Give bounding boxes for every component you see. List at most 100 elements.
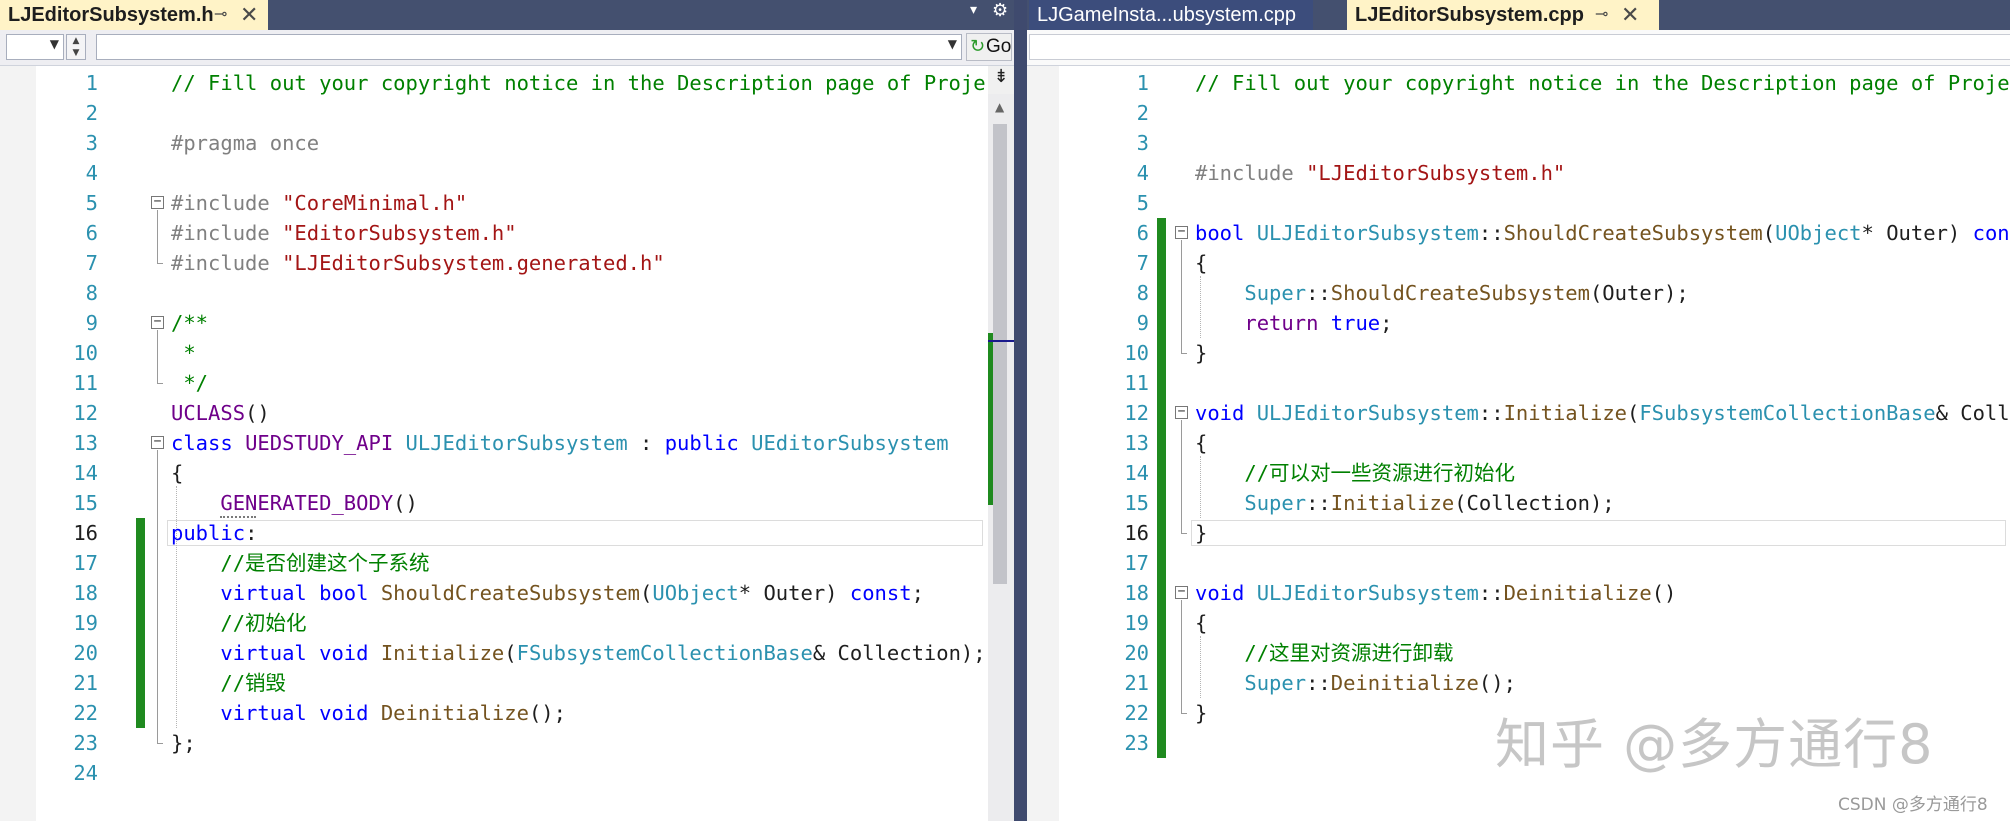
right-member-dropdown[interactable]: [1029, 34, 2010, 60]
code-line: *: [171, 338, 986, 368]
code-line: GENERATED_BODY(): [171, 488, 986, 518]
code-line: virtual bool ShouldCreateSubsystem(UObje…: [171, 578, 986, 608]
go-button[interactable]: ↻ Go: [966, 33, 1012, 61]
code-token: */: [171, 370, 209, 395]
code-token: void: [319, 640, 381, 665]
collapse-toggle-icon[interactable]: −: [1175, 225, 1188, 239]
error-squiggle: [220, 513, 256, 518]
code-token: (: [504, 640, 517, 665]
code-line: // Fill out your copyright notice in the…: [171, 68, 986, 98]
code-line: {: [171, 458, 986, 488]
tab-ljeditorsubsystem-h[interactable]: LJEditorSubsystem.h ⊸ ✕: [0, 0, 268, 30]
code-line: #include "LJEditorSubsystem.h": [1195, 158, 2010, 188]
code-token: "CoreMinimal.h": [282, 190, 468, 215]
collapse-toggle-icon[interactable]: −: [151, 195, 164, 209]
code-token: UCLASS: [171, 400, 246, 425]
line-number: 14: [1124, 460, 1149, 485]
code-line: bool ULJEditorSubsystem::ShouldCreateSub…: [1195, 218, 2010, 248]
code-line: {: [1195, 608, 2010, 638]
code-token: {: [1195, 430, 1208, 455]
line-number: 13: [73, 430, 98, 455]
chevron-down-icon: ▼: [49, 37, 59, 51]
code-line: {: [1195, 248, 2010, 278]
dropdown-arrow-icon[interactable]: ▾: [970, 2, 977, 18]
vertical-scrollbar[interactable]: ⇟ ▲: [988, 66, 1014, 821]
line-number: 14: [73, 460, 98, 485]
collapse-toggle-icon[interactable]: −: [1175, 585, 1188, 599]
outline-guide: [1181, 419, 1182, 533]
line-number: 24: [73, 760, 98, 785]
scroll-up-icon[interactable]: ▲: [995, 100, 1004, 114]
code-line: //可以对一些资源进行初始化: [1195, 458, 2010, 488]
code-line: {: [1195, 428, 2010, 458]
line-number: 8: [1136, 280, 1149, 305]
change-marker: [988, 333, 993, 505]
code-token: public: [171, 520, 246, 545]
member-dropdown[interactable]: ▼: [96, 34, 962, 60]
code-token: Super: [1244, 490, 1307, 515]
gear-icon[interactable]: ⚙: [992, 0, 1008, 21]
line-number: 17: [1124, 550, 1149, 575]
code-token: //销毁: [220, 670, 287, 695]
line-number: 4: [1136, 160, 1149, 185]
code-token: * Outer): [1861, 220, 1973, 245]
code-token: & Colle: [1935, 400, 2010, 425]
line-number: 13: [1124, 430, 1149, 455]
code-line: void ULJEditorSubsystem::Deinitialize(): [1195, 578, 2010, 608]
outline-guide: [157, 209, 158, 263]
code-token: ::: [1306, 280, 1331, 305]
code-token: Initialize: [1503, 400, 1627, 425]
code-token: FSubsystemCollectionBase: [516, 640, 813, 665]
code-token: "EditorSubsystem.h": [282, 220, 517, 245]
outline-guide-end: [1181, 712, 1187, 714]
line-number: 10: [1124, 340, 1149, 365]
collapse-toggle-icon[interactable]: −: [151, 435, 164, 449]
tab-ljgameinstance-subsystem-cpp[interactable]: LJGameInsta...ubsystem.cpp: [1029, 0, 1313, 30]
code-line: };: [171, 728, 986, 758]
pin-icon[interactable]: ⊸: [214, 0, 227, 30]
watermark-source: CSDN @多方通行8: [1838, 795, 1988, 815]
code-line: //这里对资源进行卸载: [1195, 638, 2010, 668]
code-token: "LJEditorSubsystem.h": [1306, 160, 1566, 185]
line-number: 7: [85, 250, 98, 275]
code-token: *: [171, 340, 196, 365]
close-icon[interactable]: ✕: [240, 0, 258, 30]
code-token: ;: [1380, 310, 1393, 335]
code-line: // Fill out your copyright notice in the…: [1195, 68, 2010, 98]
collapse-toggle-icon[interactable]: −: [1175, 405, 1188, 419]
code-token: #pragma once: [171, 130, 320, 155]
left-code-editor[interactable]: ⇟ ▲ − − − 1 // Fill out your copyright notic…: [0, 66, 1014, 821]
code-line: virtual void Initialize(FSubsystemCollec…: [171, 638, 986, 668]
line-number: 20: [1124, 640, 1149, 665]
code-token: (): [1651, 580, 1677, 605]
outline-guide-end: [157, 742, 163, 744]
code-line: void ULJEditorSubsystem::Initialize(FSub…: [1195, 398, 2010, 428]
line-number: 12: [1124, 400, 1149, 425]
pin-icon[interactable]: ⊸: [1595, 0, 1608, 30]
tab-ljeditorsubsystem-cpp[interactable]: LJEditorSubsystem.cpp ⊸ ✕: [1347, 0, 1659, 30]
line-number: 21: [73, 670, 98, 695]
code-line: }: [1195, 518, 2010, 548]
code-token: Initialize: [1330, 490, 1455, 515]
collapse-toggle-icon[interactable]: −: [151, 315, 164, 329]
code-token: #include: [171, 250, 283, 275]
code-token: UObject: [1775, 220, 1862, 245]
project-dropdown[interactable]: ▼: [6, 34, 64, 60]
line-number: 6: [1136, 220, 1149, 245]
caret-position-marker: [988, 340, 1014, 342]
code-line: class UEDSTUDY_API ULJEditorSubsystem : …: [171, 428, 986, 458]
go-arrow-icon: ↻: [970, 36, 986, 57]
code-line: Super::Initialize(Collection);: [1195, 488, 2010, 518]
split-handle-icon[interactable]: ⇟: [988, 66, 1014, 94]
scope-spinner[interactable]: ▲ ▼: [66, 34, 86, 60]
scroll-thumb[interactable]: [993, 124, 1007, 584]
code-line: virtual void Deinitialize();: [171, 698, 986, 728]
code-token: Deinitialize: [380, 700, 529, 725]
code-token: true: [1330, 310, 1381, 335]
pane-splitter[interactable]: [1014, 0, 1027, 821]
close-icon[interactable]: ✕: [1621, 0, 1639, 30]
